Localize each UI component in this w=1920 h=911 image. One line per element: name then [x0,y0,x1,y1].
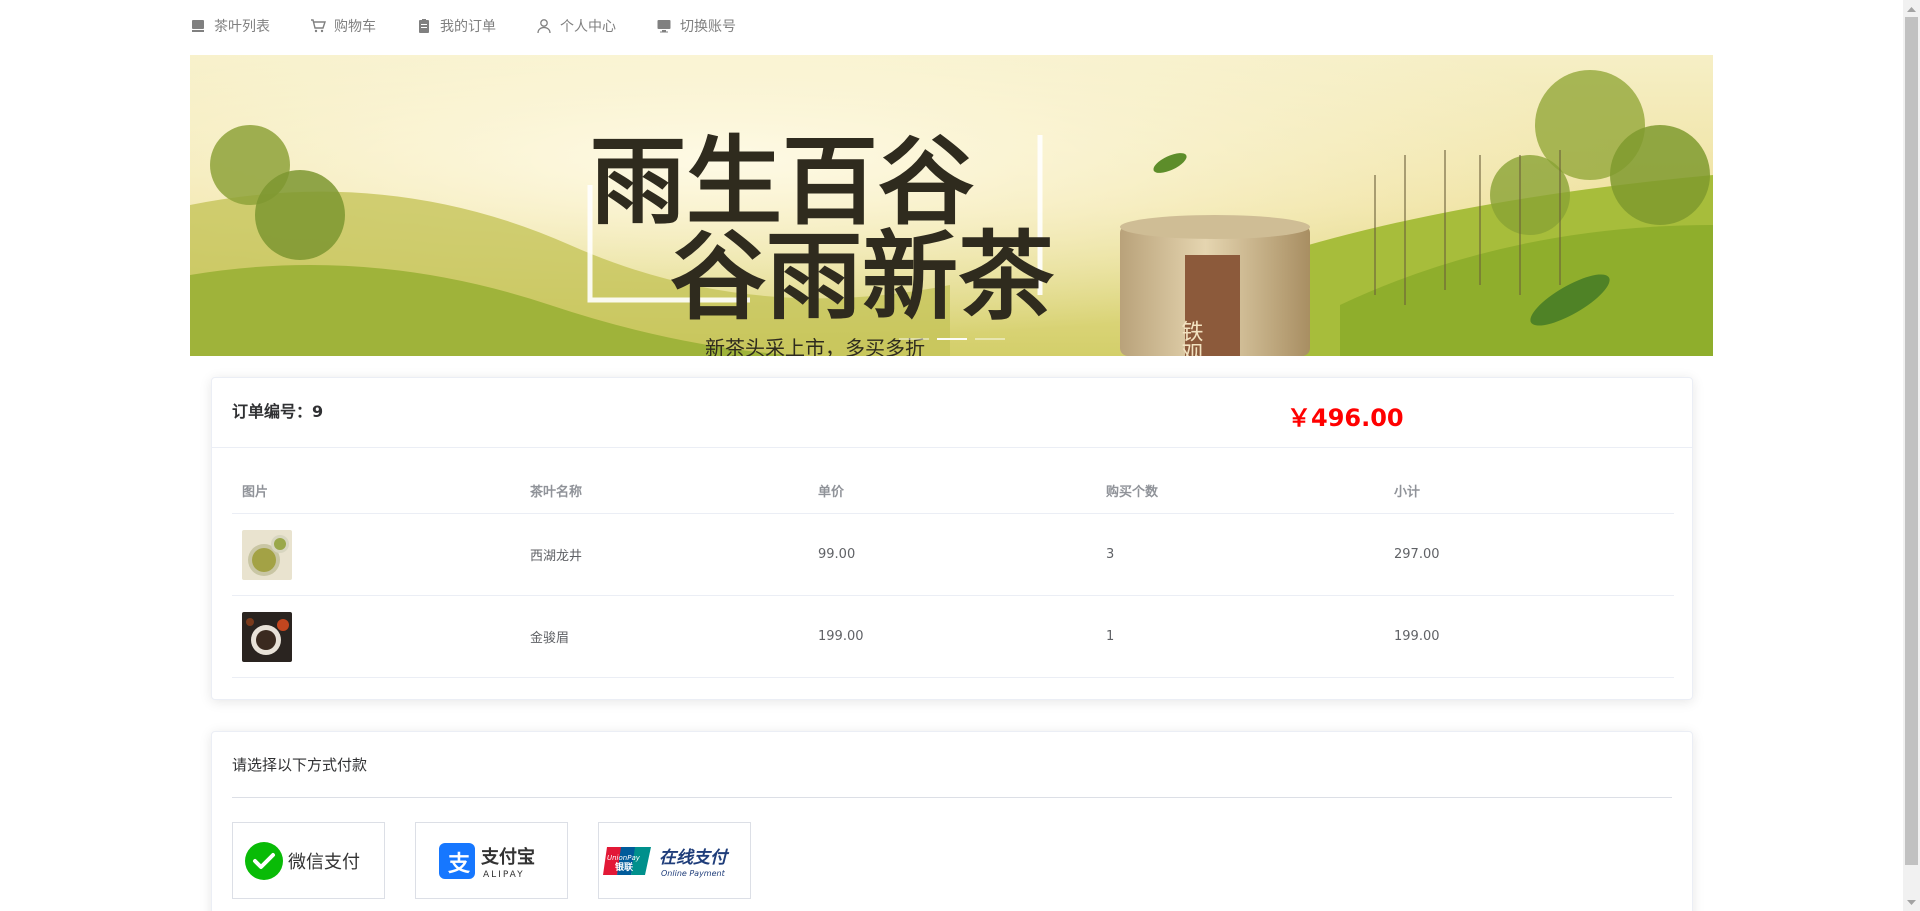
nav-item-switch-account[interactable]: 切换账号 [656,0,736,52]
monitor-icon [656,18,672,34]
nav-item-label: 购物车 [334,19,376,35]
divider [232,797,1672,798]
vertical-scrollbar[interactable] [1903,0,1920,911]
carousel-dot-active[interactable] [936,338,967,340]
table-header: 图片 茶叶名称 单价 购买个数 小计 [232,468,1674,514]
tea-thumbnail [242,529,292,580]
carousel-dot[interactable] [974,338,1005,340]
nav-item-profile[interactable]: 个人中心 [536,0,616,52]
banner-illustration: 雨生百谷 谷雨新茶 新茶头采上市，多买多折 铁观 [190,55,1713,356]
cell-name: 西湖龙井 [530,549,583,564]
user-icon [536,18,552,34]
nav-item-label: 个人中心 [560,19,616,35]
wechat-pay-logo: 微信支付 [244,841,360,880]
unionpay-logo: UnionPay 银联 在线支付 Online Payment [602,846,730,878]
unionpay-brand: UnionPay [607,854,641,862]
payment-card: 请选择以下方式付款 微信支付 支 支付宝 ALIPAY UnionPay 银联 … [211,731,1693,911]
alipay-sub: ALIPAY [483,870,525,880]
payment-options: 微信支付 支 支付宝 ALIPAY UnionPay 银联 在线支付 Onlin… [232,822,751,899]
col-header-qty: 购买个数 [1106,485,1159,500]
unionpay-label: 在线支付 [659,848,730,868]
nav-item-label: 茶叶列表 [214,19,270,35]
nav-item-tea-list[interactable]: 茶叶列表 [190,0,270,52]
unionpay-button[interactable]: UnionPay 银联 在线支付 Online Payment [598,822,751,899]
banner-subtitle: 新茶头采上市，多买多折 [705,336,925,356]
unionpay-brand-cn: 银联 [615,861,634,873]
nav-item-label: 我的订单 [440,19,496,35]
promo-banner[interactable]: 雨生百谷 谷雨新茶 新茶头采上市，多买多折 铁观 [190,55,1713,356]
col-header-image: 图片 [242,485,269,500]
cell-image [232,611,520,662]
svg-text:支: 支 [448,852,471,877]
wechat-pay-label: 微信支付 [288,852,360,873]
wechat-pay-button[interactable]: 微信支付 [232,822,385,899]
order-card: 订单编号：9 ￥496.00 图片 茶叶名称 单价 购买个数 小计 西湖龙井 9… [211,377,1693,700]
unionpay-icon: UnionPay 银联 [602,846,651,875]
cell-subtotal: 297.00 [1394,547,1440,562]
scroll-up-arrow-icon[interactable] [1903,0,1920,17]
cart-icon [310,18,326,34]
payment-title: 请选择以下方式付款 [232,756,368,774]
unionpay-sub: Online Payment [661,869,726,878]
order-total: ￥496.00 [1287,404,1404,432]
cell-qty: 3 [1106,547,1115,562]
order-header: 订单编号：9 ￥496.00 [212,378,1692,448]
carousel-indicators [898,338,1005,340]
order-items-table: 图片 茶叶名称 单价 购买个数 小计 西湖龙井 99.00 3 297.00 金… [232,468,1674,678]
cell-name: 金骏眉 [530,631,570,646]
clipboard-icon [416,18,432,34]
alipay-button[interactable]: 支 支付宝 ALIPAY [415,822,568,899]
banner-can-label: 铁观 [1178,320,1204,356]
cell-price: 199.00 [818,629,864,644]
wechat-icon [244,841,283,880]
cell-price: 99.00 [818,547,856,562]
col-header-name: 茶叶名称 [530,485,583,500]
cell-qty: 1 [1106,629,1115,644]
table-row: 西湖龙井 99.00 3 297.00 [232,514,1674,596]
alipay-label: 支付宝 [480,846,535,868]
alipay-logo: 支 支付宝 ALIPAY [438,842,535,880]
scroll-down-arrow-icon[interactable] [1903,894,1920,911]
tea-thumbnail [242,611,292,662]
nav-item-label: 切换账号 [680,19,736,35]
list-icon [190,18,206,34]
col-header-price: 单价 [818,485,845,500]
table-row: 金骏眉 199.00 1 199.00 [232,596,1674,678]
cell-subtotal: 199.00 [1394,629,1440,644]
carousel-dot[interactable] [898,338,929,340]
scrollbar-thumb[interactable] [1905,17,1918,865]
nav-item-my-orders[interactable]: 我的订单 [416,0,496,52]
cell-image [232,529,520,580]
banner-title-line2: 谷雨新茶 [670,220,1055,333]
top-nav: 茶叶列表 购物车 我的订单 个人中心 切换账号 [190,0,776,52]
col-header-subtotal: 小计 [1394,485,1421,500]
order-number: 订单编号：9 [232,402,324,421]
nav-item-cart[interactable]: 购物车 [310,0,376,52]
page: 茶叶列表 购物车 我的订单 个人中心 切换账号 雨生百谷 谷雨新茶 新茶头采上市… [0,0,1920,911]
